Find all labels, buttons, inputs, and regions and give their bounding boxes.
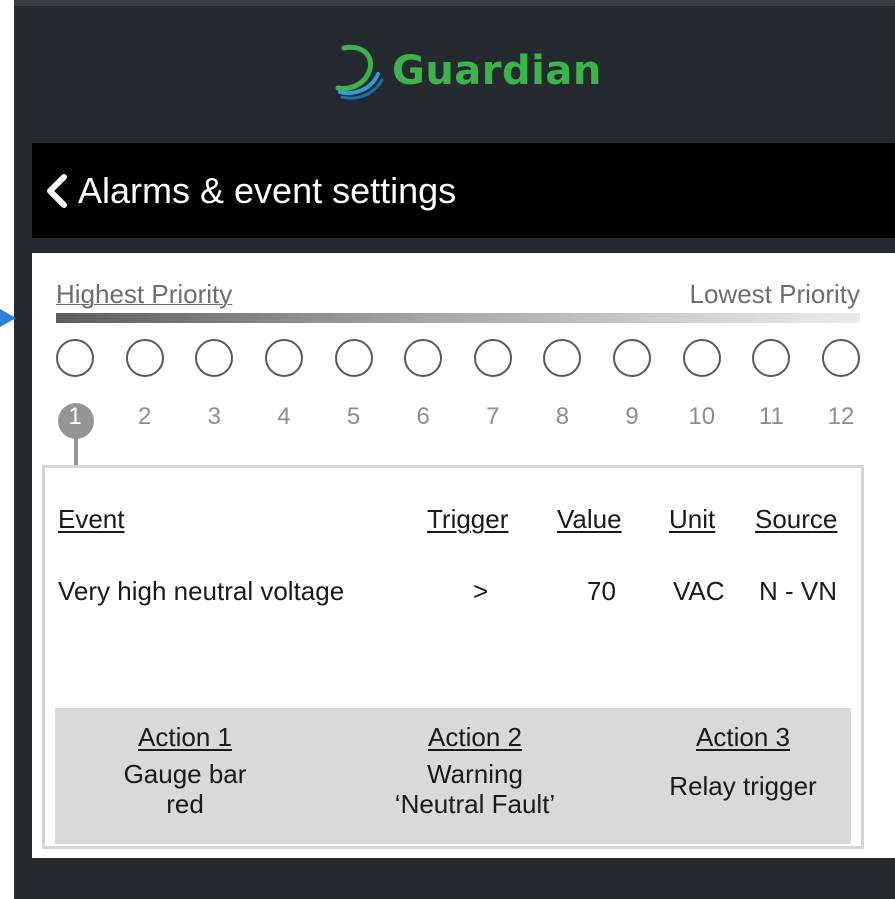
priority-selector: [56, 339, 860, 381]
page-title: Alarms & event settings: [78, 169, 457, 211]
priority-number-6: 6: [416, 403, 430, 430]
priority-circle-11[interactable]: [752, 339, 791, 377]
priority-number-3: 3: [207, 403, 221, 430]
header-unit: Unit: [669, 504, 716, 534]
priority-circle-3[interactable]: [195, 339, 234, 377]
action-2-title: Action 2: [428, 722, 522, 752]
priority-number-10: 10: [688, 403, 716, 430]
top-strip: [14, 0, 895, 6]
event-unit[interactable]: VAC: [673, 576, 725, 607]
header-event: Event: [58, 504, 125, 534]
page-header: Alarms & event settings: [32, 143, 895, 238]
action-3[interactable]: Action 3 Relay trigger: [645, 722, 841, 801]
priority-circle-10[interactable]: [682, 339, 721, 377]
guardian-logo: Guardian: [330, 36, 610, 106]
pointer-arrow-icon: [0, 309, 16, 327]
priority-gradient-bar: [56, 313, 860, 323]
action-2[interactable]: Action 2 Warning ‘Neutral Fault’: [355, 722, 595, 819]
chevron-left-icon: [47, 173, 67, 208]
priority-number-7: 7: [486, 403, 500, 430]
priority-number-5: 5: [346, 403, 361, 430]
header-trigger: Trigger: [427, 504, 509, 534]
priority-number-4: 4: [277, 403, 291, 430]
priority-circle-1[interactable]: [56, 339, 94, 377]
priority-circle-9[interactable]: [613, 339, 652, 377]
event-trigger[interactable]: >: [473, 576, 488, 607]
action-2-line1: Warning: [427, 759, 523, 789]
actions-panel: Action 1 Gauge bar red Action 2 Warning …: [55, 708, 851, 844]
action-1-line1: Gauge bar: [123, 759, 247, 789]
logo-text: Guardian: [392, 48, 602, 94]
priority-circle-6[interactable]: [404, 339, 443, 377]
action-1-line2: red: [166, 789, 204, 819]
priority-numbers: 1 2 3 4 5 6 7 8 9 10 11 12: [56, 403, 860, 439]
action-3-title: Action 3: [696, 722, 790, 752]
priority-circle-12[interactable]: [822, 339, 860, 377]
priority-circle-2[interactable]: [125, 339, 164, 377]
guardian-swirl-icon: [335, 44, 384, 100]
settings-panel: Highest Priority Lowest Priority 1234567…: [32, 253, 895, 858]
event-detail-box: Event Trigger Value Unit Source Very hig…: [42, 465, 864, 849]
priority-circle-5[interactable]: [334, 339, 373, 377]
priority-number-8: 8: [555, 403, 570, 430]
header-source: Source: [755, 504, 838, 534]
lowest-priority-label: Lowest Priority: [689, 279, 861, 309]
selected-priority-stem: [74, 437, 78, 465]
priority-number-12: 12: [827, 403, 855, 430]
priority-number-1: 1: [68, 403, 82, 430]
priority-circle-8[interactable]: [543, 339, 582, 377]
event-name[interactable]: Very high neutral voltage: [58, 576, 344, 607]
event-source[interactable]: N - VN: [759, 576, 837, 607]
priority-number-11: 11: [758, 403, 784, 430]
action-1[interactable]: Action 1 Gauge bar red: [75, 722, 295, 819]
action-1-title: Action 1: [138, 722, 232, 752]
priority-labels: Highest Priority Lowest Priority: [56, 279, 860, 313]
priority-number-2: 2: [137, 403, 152, 430]
highest-priority-label: Highest Priority: [56, 279, 233, 309]
priority-circle-7[interactable]: [473, 339, 512, 377]
event-value[interactable]: 70: [587, 576, 616, 607]
priority-number-9: 9: [625, 403, 639, 430]
priority-circle-4[interactable]: [264, 339, 303, 377]
header-value: Value: [557, 504, 622, 534]
action-3-line1: Relay trigger: [669, 771, 817, 801]
action-2-line2: ‘Neutral Fault’: [394, 789, 556, 819]
back-button[interactable]: Alarms & event settings: [44, 170, 456, 212]
